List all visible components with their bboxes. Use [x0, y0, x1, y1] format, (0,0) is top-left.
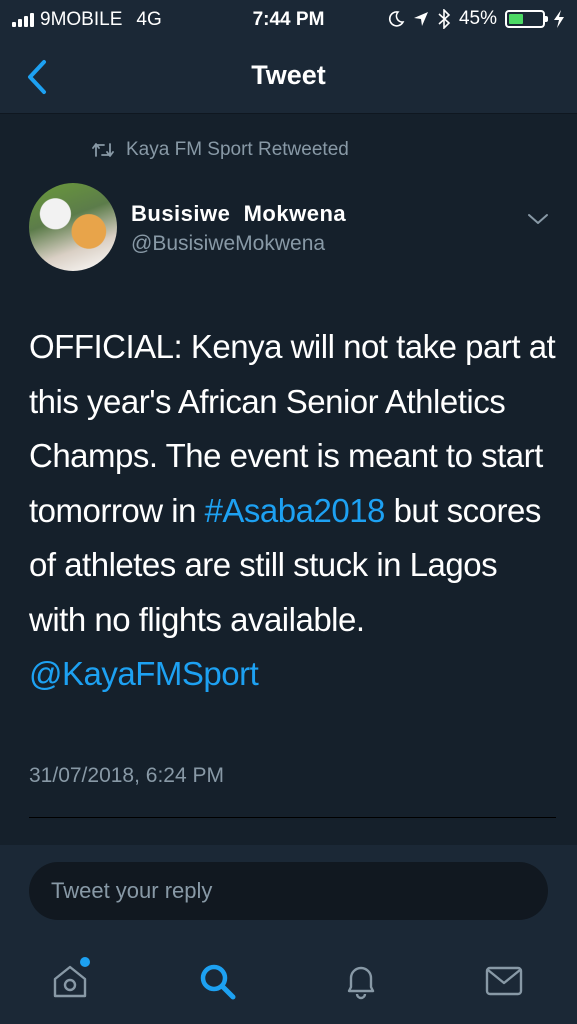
- mail-icon: [485, 966, 523, 996]
- search-icon: [200, 964, 236, 1000]
- chevron-down-icon: [528, 214, 548, 224]
- battery-level: [509, 14, 524, 24]
- tweet-text: OFFICIAL: Kenya will not take part at th…: [29, 320, 559, 702]
- tab-bar: [0, 941, 577, 1024]
- retweet-label[interactable]: Kaya FM Sport Retweeted: [126, 139, 349, 161]
- moon-icon: [388, 11, 405, 27]
- tab-notifications[interactable]: [339, 959, 383, 1003]
- navigation-bar: Tweet: [0, 40, 577, 114]
- charging-bolt-icon: [554, 10, 564, 28]
- bell-icon: [347, 966, 375, 1000]
- notification-dot: [80, 957, 90, 967]
- tweet-timestamp: 31/07/2018, 6:24 PM: [29, 764, 224, 787]
- battery-icon: [505, 10, 548, 28]
- reply-input[interactable]: Tweet your reply: [29, 862, 548, 920]
- bluetooth-icon: [438, 9, 451, 29]
- divider: [29, 817, 556, 818]
- status-indicators: 45%: [387, 8, 565, 30]
- page-title: Tweet: [251, 60, 326, 90]
- tab-messages[interactable]: [482, 959, 526, 1003]
- location-arrow-icon: [413, 12, 428, 26]
- hashtag-link[interactable]: #Asaba2018: [205, 492, 386, 529]
- avatar[interactable]: [29, 183, 117, 271]
- retweet-icon: [92, 143, 114, 157]
- battery-percent: 45%: [458, 8, 497, 29]
- tab-home[interactable]: [48, 957, 92, 1003]
- author-name[interactable]: Busisiwe Mokwena: [131, 201, 346, 227]
- retweet-context: Kaya FM Sport Retweeted: [92, 139, 349, 161]
- mention-link[interactable]: @KayaFMSport: [29, 655, 259, 692]
- reply-bar: Tweet your reply: [0, 845, 577, 941]
- tweet-detail: Kaya FM Sport Retweeted Busisiwe Mokwena…: [0, 115, 577, 845]
- status-bar: 9MOBILE 4G 7:44 PM 45%: [0, 0, 577, 40]
- more-options-button[interactable]: [526, 207, 550, 231]
- tab-search[interactable]: [195, 959, 239, 1003]
- author-handle[interactable]: @BusisiweMokwena: [131, 232, 325, 256]
